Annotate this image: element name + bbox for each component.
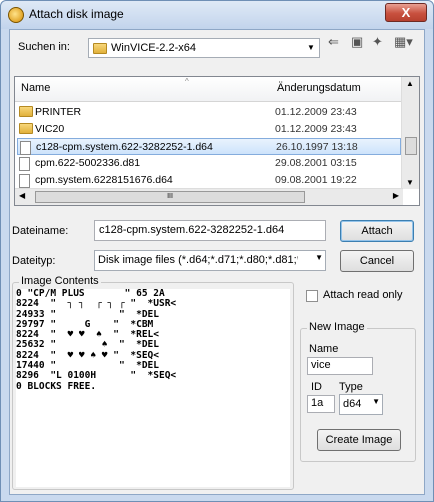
file-name: cpm.622-5002336.d81 bbox=[35, 157, 141, 169]
file-row[interactable]: PRINTER 01.12.2009 23:43 bbox=[17, 104, 401, 121]
filetype-value: Disk image files (*.d64;*.d71;*.d80;*.d8… bbox=[98, 254, 298, 266]
file-date: 29.08.2001 03:15 bbox=[275, 157, 357, 169]
file-date: 09.08.2001 19:22 bbox=[275, 174, 357, 186]
folder-icon bbox=[93, 43, 107, 54]
image-type-value: d64 bbox=[343, 398, 362, 410]
lookin-label: Suchen in: bbox=[18, 41, 70, 53]
filename-label: Dateiname: bbox=[12, 225, 69, 237]
up-folder-icon[interactable]: ▣ bbox=[351, 34, 363, 50]
app-icon bbox=[8, 7, 24, 23]
chevron-down-icon[interactable]: ▼ bbox=[315, 253, 323, 262]
image-contents-group: Image Contents 0 "CP/M PLUS " 65 2A 8224 … bbox=[12, 275, 294, 490]
scroll-up-icon[interactable]: ▲ bbox=[406, 79, 414, 88]
new-image-label: New Image bbox=[307, 321, 367, 333]
view-menu-icon[interactable]: ▦▾ bbox=[394, 34, 413, 50]
create-image-button[interactable]: Create Image bbox=[317, 429, 401, 451]
filetype-label: Dateityp: bbox=[12, 255, 56, 267]
directory-line: 0 BLOCKS FREE. bbox=[16, 380, 97, 392]
file-icon bbox=[20, 141, 31, 155]
file-name: cpm.system.6228151676.d64 bbox=[35, 174, 173, 186]
filename-input[interactable]: c128-cpm.system.622-3282252-1.d64 bbox=[94, 220, 326, 241]
dialog-body: Suchen in: WinVICE-2.2-x64 ▼ ⇐ ▣ ✦ ▦▾ Na… bbox=[9, 29, 425, 495]
file-name: c128-cpm.system.622-3282252-1.d64 bbox=[36, 141, 213, 153]
file-list[interactable]: Name ^ Änderungsdatum PRINTER 01.12.2009 … bbox=[14, 76, 420, 206]
type-label: Type bbox=[339, 381, 363, 393]
scroll-down-icon[interactable]: ▼ bbox=[406, 178, 414, 187]
image-contents-label: Image Contents bbox=[19, 275, 101, 287]
file-row[interactable]: cpm.system.6228151676.d64 09.08.2001 19:2… bbox=[17, 172, 401, 189]
filetype-select[interactable]: Disk image files (*.d64;*.d71;*.d80;*.d8… bbox=[94, 250, 326, 271]
attach-button[interactable]: Attach bbox=[340, 220, 414, 242]
folder-icon bbox=[19, 123, 33, 134]
image-type-select[interactable]: d64 ▼ bbox=[339, 394, 383, 415]
scroll-right-icon[interactable]: ▶ bbox=[393, 191, 399, 200]
file-name: VIC20 bbox=[35, 123, 65, 135]
folder-icon bbox=[19, 106, 33, 117]
close-button[interactable]: X bbox=[385, 3, 427, 22]
file-date: 01.12.2009 23:43 bbox=[275, 106, 357, 118]
column-name[interactable]: Name bbox=[21, 82, 50, 94]
column-date[interactable]: Änderungsdatum bbox=[277, 82, 361, 94]
file-icon bbox=[19, 157, 30, 171]
new-image-group: New Image Name vice ID Type 1a d64 ▼ Cre… bbox=[300, 321, 416, 462]
file-icon bbox=[19, 174, 30, 188]
attach-readonly-label: Attach read only bbox=[323, 289, 403, 301]
lookin-value: WinVICE-2.2-x64 bbox=[111, 42, 196, 54]
cancel-button[interactable]: Cancel bbox=[340, 250, 414, 272]
image-id-input[interactable]: 1a bbox=[307, 395, 335, 413]
attach-readonly-checkbox[interactable] bbox=[306, 290, 318, 302]
sort-arrow-icon: ^ bbox=[185, 77, 189, 86]
name-label: Name bbox=[309, 343, 339, 355]
attach-disk-dialog: Attach disk image X Suchen in: WinVICE-2… bbox=[0, 0, 434, 502]
lookin-combo[interactable]: WinVICE-2.2-x64 ▼ bbox=[88, 38, 320, 58]
file-name: PRINTER bbox=[35, 106, 82, 118]
file-list-header: Name ^ Änderungsdatum bbox=[15, 77, 403, 102]
file-row[interactable]: cpm.622-5002336.d81 29.08.2001 03:15 bbox=[17, 155, 401, 172]
title-bar[interactable]: Attach disk image X bbox=[1, 1, 433, 29]
file-date: 26.10.1997 13:18 bbox=[276, 141, 358, 153]
image-contents-preview[interactable]: 0 "CP/M PLUS " 65 2A 8224 " ┐ ┐ ┌ ┐ ┌ " *… bbox=[16, 289, 290, 487]
file-date: 01.12.2009 23:43 bbox=[275, 123, 357, 135]
chevron-down-icon[interactable]: ▼ bbox=[303, 39, 319, 57]
file-row[interactable]: VIC20 01.12.2009 23:43 bbox=[17, 121, 401, 138]
hscroll-thumb[interactable]: III bbox=[35, 191, 305, 203]
new-folder-icon[interactable]: ✦ bbox=[372, 34, 383, 50]
horizontal-scrollbar[interactable]: ◀ III ▶ bbox=[15, 188, 403, 205]
back-arrow-icon[interactable]: ⇐ bbox=[328, 34, 339, 50]
image-name-input[interactable]: vice bbox=[307, 357, 373, 375]
chevron-down-icon[interactable]: ▼ bbox=[372, 397, 380, 406]
scroll-left-icon[interactable]: ◀ bbox=[19, 191, 25, 200]
scroll-thumb[interactable] bbox=[405, 137, 417, 155]
file-row[interactable]: c128-cpm.system.622-3282252-1.d64 26.10.1… bbox=[17, 138, 401, 155]
vertical-scrollbar[interactable]: ▲ ▼ bbox=[401, 77, 419, 189]
id-label: ID bbox=[311, 381, 322, 393]
window-title: Attach disk image bbox=[29, 7, 124, 21]
